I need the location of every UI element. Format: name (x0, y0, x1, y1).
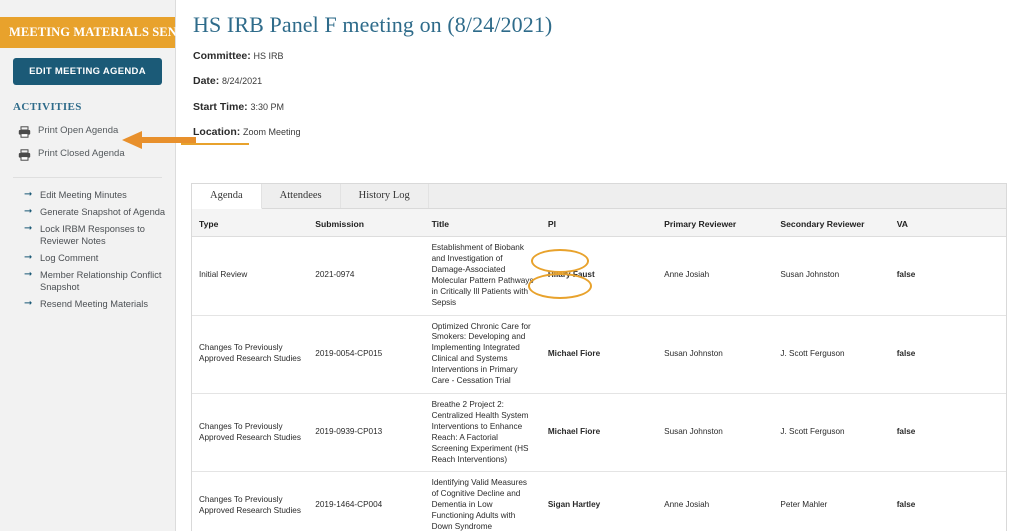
activity-label: Log Comment (40, 253, 99, 264)
activity-label: Member Relationship Conflict Snapshot (40, 270, 162, 293)
meta-start-time-value: 3:30 PM (250, 102, 284, 112)
edit-meeting-agenda-button[interactable]: EDIT MEETING AGENDA (13, 58, 162, 85)
activity-generate-snapshot-of-agenda[interactable]: ➞ Generate Snapshot of Agenda (0, 203, 175, 220)
status-badge: MEETING MATERIALS SENT (0, 17, 185, 48)
cell-primary-reviewer[interactable]: Susan Johnston (657, 393, 774, 473)
cell-title[interactable]: Establishment of Biobank and Investigati… (424, 236, 541, 316)
meta-committee: Committee: HS IRB (193, 50, 284, 62)
tab-bar: Agenda Attendees History Log (192, 184, 1006, 209)
table-row[interactable]: Changes To Previously Approved Research … (192, 471, 1006, 531)
activity-edit-meeting-minutes[interactable]: ➞ Edit Meeting Minutes (0, 186, 175, 203)
cell-va: false (889, 315, 1006, 395)
action-activity-list: ➞ Edit Meeting Minutes ➞ Generate Snapsh… (0, 186, 175, 313)
column-header-secondary-reviewer[interactable]: Secondary Reviewer (773, 209, 890, 238)
cell-title[interactable]: Optimized Chronic Care for Smokers: Deve… (424, 315, 541, 395)
cell-primary-reviewer[interactable]: Anne Josiah (657, 236, 774, 316)
column-header-submission[interactable]: Submission (308, 209, 425, 238)
column-header-type[interactable]: Type (192, 209, 309, 238)
printer-icon (18, 148, 32, 165)
app-window: MEETING MATERIALS SENT EDIT MEETING AGEN… (0, 0, 1024, 531)
activity-label: Generate Snapshot of Agenda (40, 206, 166, 217)
cell-va: false (889, 393, 1006, 473)
activity-print-open-agenda[interactable]: Print Open Agenda (0, 122, 175, 145)
tab-attendees[interactable]: Attendees (261, 184, 341, 208)
cell-title[interactable]: Identifying Valid Measures of Cognitive … (424, 471, 541, 531)
tab-agenda[interactable]: Agenda (192, 184, 262, 209)
meta-date: Date: 8/24/2021 (193, 75, 262, 87)
agenda-table-body: Initial Review 2021-0974 Establishment of … (192, 236, 1006, 531)
cell-submission[interactable]: 2019-1464-CP004 (308, 471, 425, 531)
sidebar: MEETING MATERIALS SENT EDIT MEETING AGEN… (0, 0, 185, 531)
activity-print-closed-agenda[interactable]: Print Closed Agenda (0, 145, 175, 168)
table-row[interactable]: Initial Review 2021-0974 Establishment of … (192, 236, 1006, 316)
meta-date-label: Date: (193, 75, 220, 87)
arrow-right-icon: ➞ (24, 269, 33, 281)
activity-label: Edit Meeting Minutes (40, 189, 127, 200)
meta-location: Location: Zoom Meeting (193, 126, 301, 138)
cell-va: false (889, 236, 1006, 316)
agenda-card: Agenda Attendees History Log Type Submis… (191, 183, 1007, 531)
arrow-right-icon: ➞ (24, 298, 33, 310)
page-title: HS IRB Panel F meeting on (8/24/2021) (193, 12, 553, 37)
meta-committee-label: Committee: (193, 50, 251, 62)
table-row[interactable]: Changes To Previously Approved Research … (192, 315, 1006, 395)
meta-start-time-label: Start Time: (193, 101, 248, 113)
meta-location-label: Location: (193, 126, 241, 138)
tab-history-log[interactable]: History Log (340, 184, 429, 208)
cell-type: Initial Review (192, 236, 309, 316)
cell-secondary-reviewer[interactable]: Peter Mahler (773, 471, 890, 531)
cell-pi: Michael Fiore (540, 315, 658, 395)
agenda-table: Type Submission Title PI Primary Reviewe… (192, 209, 1006, 531)
column-header-pi[interactable]: PI (540, 209, 658, 238)
cell-pi: Hilary Faust (540, 236, 658, 316)
activity-label: Print Open Agenda (38, 125, 119, 136)
cell-type: Changes To Previously Approved Research … (192, 471, 309, 531)
activity-label: Print Closed Agenda (38, 148, 125, 160)
arrow-right-icon: ➞ (24, 205, 33, 217)
cell-submission[interactable]: 2019-0054-CP015 (308, 315, 425, 395)
print-activity-list: Print Open Agenda Print Closed Agenda (0, 122, 175, 168)
cell-pi: Michael Fiore (540, 393, 658, 473)
agenda-table-head: Type Submission Title PI Primary Reviewe… (192, 209, 1006, 238)
tab-bar-filler (428, 184, 1006, 208)
cell-submission[interactable]: 2019-0939-CP013 (308, 393, 425, 473)
activity-log-comment[interactable]: ➞ Log Comment (0, 250, 175, 267)
column-header-primary-reviewer[interactable]: Primary Reviewer (657, 209, 774, 238)
cell-secondary-reviewer[interactable]: Susan Johnston (773, 236, 890, 316)
cell-secondary-reviewer[interactable]: J. Scott Ferguson (773, 393, 890, 473)
edit-meeting-agenda-wrap: EDIT MEETING AGENDA (0, 48, 175, 85)
table-header-row: Type Submission Title PI Primary Reviewe… (192, 209, 1006, 238)
activity-label: Lock IRBM Responses to Reviewer Notes (40, 223, 145, 247)
cell-primary-reviewer[interactable]: Anne Josiah (657, 471, 774, 531)
cell-type: Changes To Previously Approved Research … (192, 393, 309, 473)
sidebar-divider (13, 177, 162, 179)
cell-pi: Sigan Hartley (540, 471, 658, 531)
column-header-title[interactable]: Title (424, 209, 541, 238)
orange-underline-annotation (181, 143, 249, 145)
arrow-right-icon: ➞ (24, 252, 33, 264)
cell-primary-reviewer[interactable]: Susan Johnston (657, 315, 774, 395)
printer-icon (18, 125, 32, 142)
activity-label: Resend Meeting Materials (40, 299, 148, 310)
arrow-right-icon: ➞ (24, 188, 33, 200)
meta-location-value: Zoom Meeting (243, 127, 301, 137)
meta-start-time: Start Time: 3:30 PM (193, 101, 284, 113)
activities-heading: ACTIVITIES (13, 101, 82, 113)
cell-va: false (889, 471, 1006, 531)
cell-submission[interactable]: 2021-0974 (308, 236, 425, 316)
cell-type: Changes To Previously Approved Research … (192, 315, 309, 395)
table-row[interactable]: Changes To Previously Approved Research … (192, 393, 1006, 473)
main-content: HS IRB Panel F meeting on (8/24/2021) Co… (176, 0, 1024, 531)
cell-secondary-reviewer[interactable]: J. Scott Ferguson (773, 315, 890, 395)
activity-resend-meeting-materials[interactable]: ➞ Resend Meeting Materials (0, 296, 175, 313)
meta-committee-value: HS IRB (253, 51, 284, 61)
cell-title[interactable]: Breathe 2 Project 2: Centralized Health … (424, 393, 541, 473)
activity-member-relationship-conflict-snapshot[interactable]: ➞ Member Relationship Conflict Snapshot (0, 267, 175, 296)
meta-date-value: 8/24/2021 (222, 76, 263, 86)
arrow-right-icon: ➞ (24, 222, 33, 234)
column-header-va[interactable]: VA (889, 209, 1006, 238)
activity-lock-irbm-responses[interactable]: ➞ Lock IRBM Responses to Reviewer Notes (0, 220, 175, 249)
